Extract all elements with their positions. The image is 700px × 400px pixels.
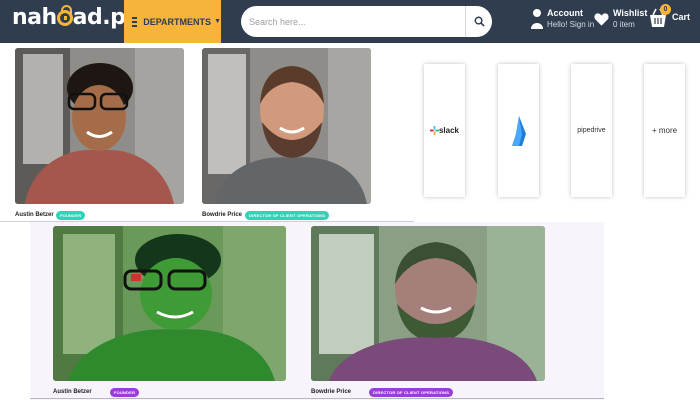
wishlist-link[interactable]: Wishlist 0 item (594, 8, 647, 30)
menu-icon (132, 16, 138, 27)
account-title: Account (547, 8, 583, 18)
integration-card-azure[interactable] (498, 64, 539, 197)
site-header: nahad.pk DEPARTMENTS ▼ Account Hello! (0, 0, 700, 43)
integration-label: + more (651, 126, 678, 135)
logo-lock-icon (56, 5, 73, 26)
account-subtitle: Hello! Sign in (547, 20, 595, 29)
integration-card-pipedrive[interactable]: pipedrive (571, 64, 612, 197)
wishlist-count: 0 item (613, 20, 635, 29)
integration-card-slack[interactable]: slack (424, 64, 465, 197)
team-photo-austin (15, 48, 184, 204)
role-badge: DIRECTOR OF CLIENT OPERATIONS (245, 211, 330, 220)
portrait-image (202, 48, 371, 204)
cart-link[interactable]: 0 Cart (649, 4, 691, 29)
site-logo[interactable]: nah ad.pk (12, 5, 140, 30)
role-badge: FOUNDER (110, 388, 140, 397)
search-bar (241, 6, 492, 37)
member-name: Austin Betzer (53, 389, 92, 395)
role-badge: FOUNDER (56, 211, 86, 220)
member-name: Bowdrie Price (202, 212, 243, 218)
integrations-panel: slack pipedrive + more (414, 43, 700, 220)
slack-icon (429, 126, 439, 135)
integration-card-more[interactable]: + more (644, 64, 685, 197)
portrait-image (53, 226, 286, 381)
portrait-image (15, 48, 184, 204)
team-photo-bowdrie (202, 48, 371, 204)
caret-down-icon: ▼ (214, 18, 221, 25)
role-badge: DIRECTOR OF CLIENT OPERATIONS (369, 388, 454, 397)
cart-count-badge: 0 (660, 4, 671, 15)
team-photo-austin-tinted (53, 226, 286, 381)
wishlist-title: Wishlist (613, 8, 648, 18)
search-icon (474, 16, 485, 27)
search-button[interactable] (465, 6, 492, 37)
page: nahad.pk DEPARTMENTS ▼ Account Hello! (0, 0, 700, 400)
departments-button[interactable]: DEPARTMENTS ▼ (124, 0, 221, 43)
user-icon (531, 9, 543, 29)
integration-label: pipedrive (577, 127, 606, 134)
integration-label: slack (438, 126, 460, 135)
search-input[interactable] (249, 11, 459, 32)
account-link[interactable]: Account Hello! Sign in (531, 8, 594, 30)
member-name: Bowdrie Price (311, 389, 352, 395)
team-photo-bowdrie-tinted (311, 226, 545, 381)
logo-text-start: nah (12, 5, 57, 30)
portrait-image (311, 226, 545, 381)
departments-label: DEPARTMENTS (143, 16, 212, 27)
cart-label: Cart (672, 12, 691, 22)
bottom-border (30, 398, 604, 399)
heart-icon (594, 13, 609, 26)
member-name: Austin Betzer (15, 212, 54, 218)
azure-cloud-icon (511, 115, 526, 146)
